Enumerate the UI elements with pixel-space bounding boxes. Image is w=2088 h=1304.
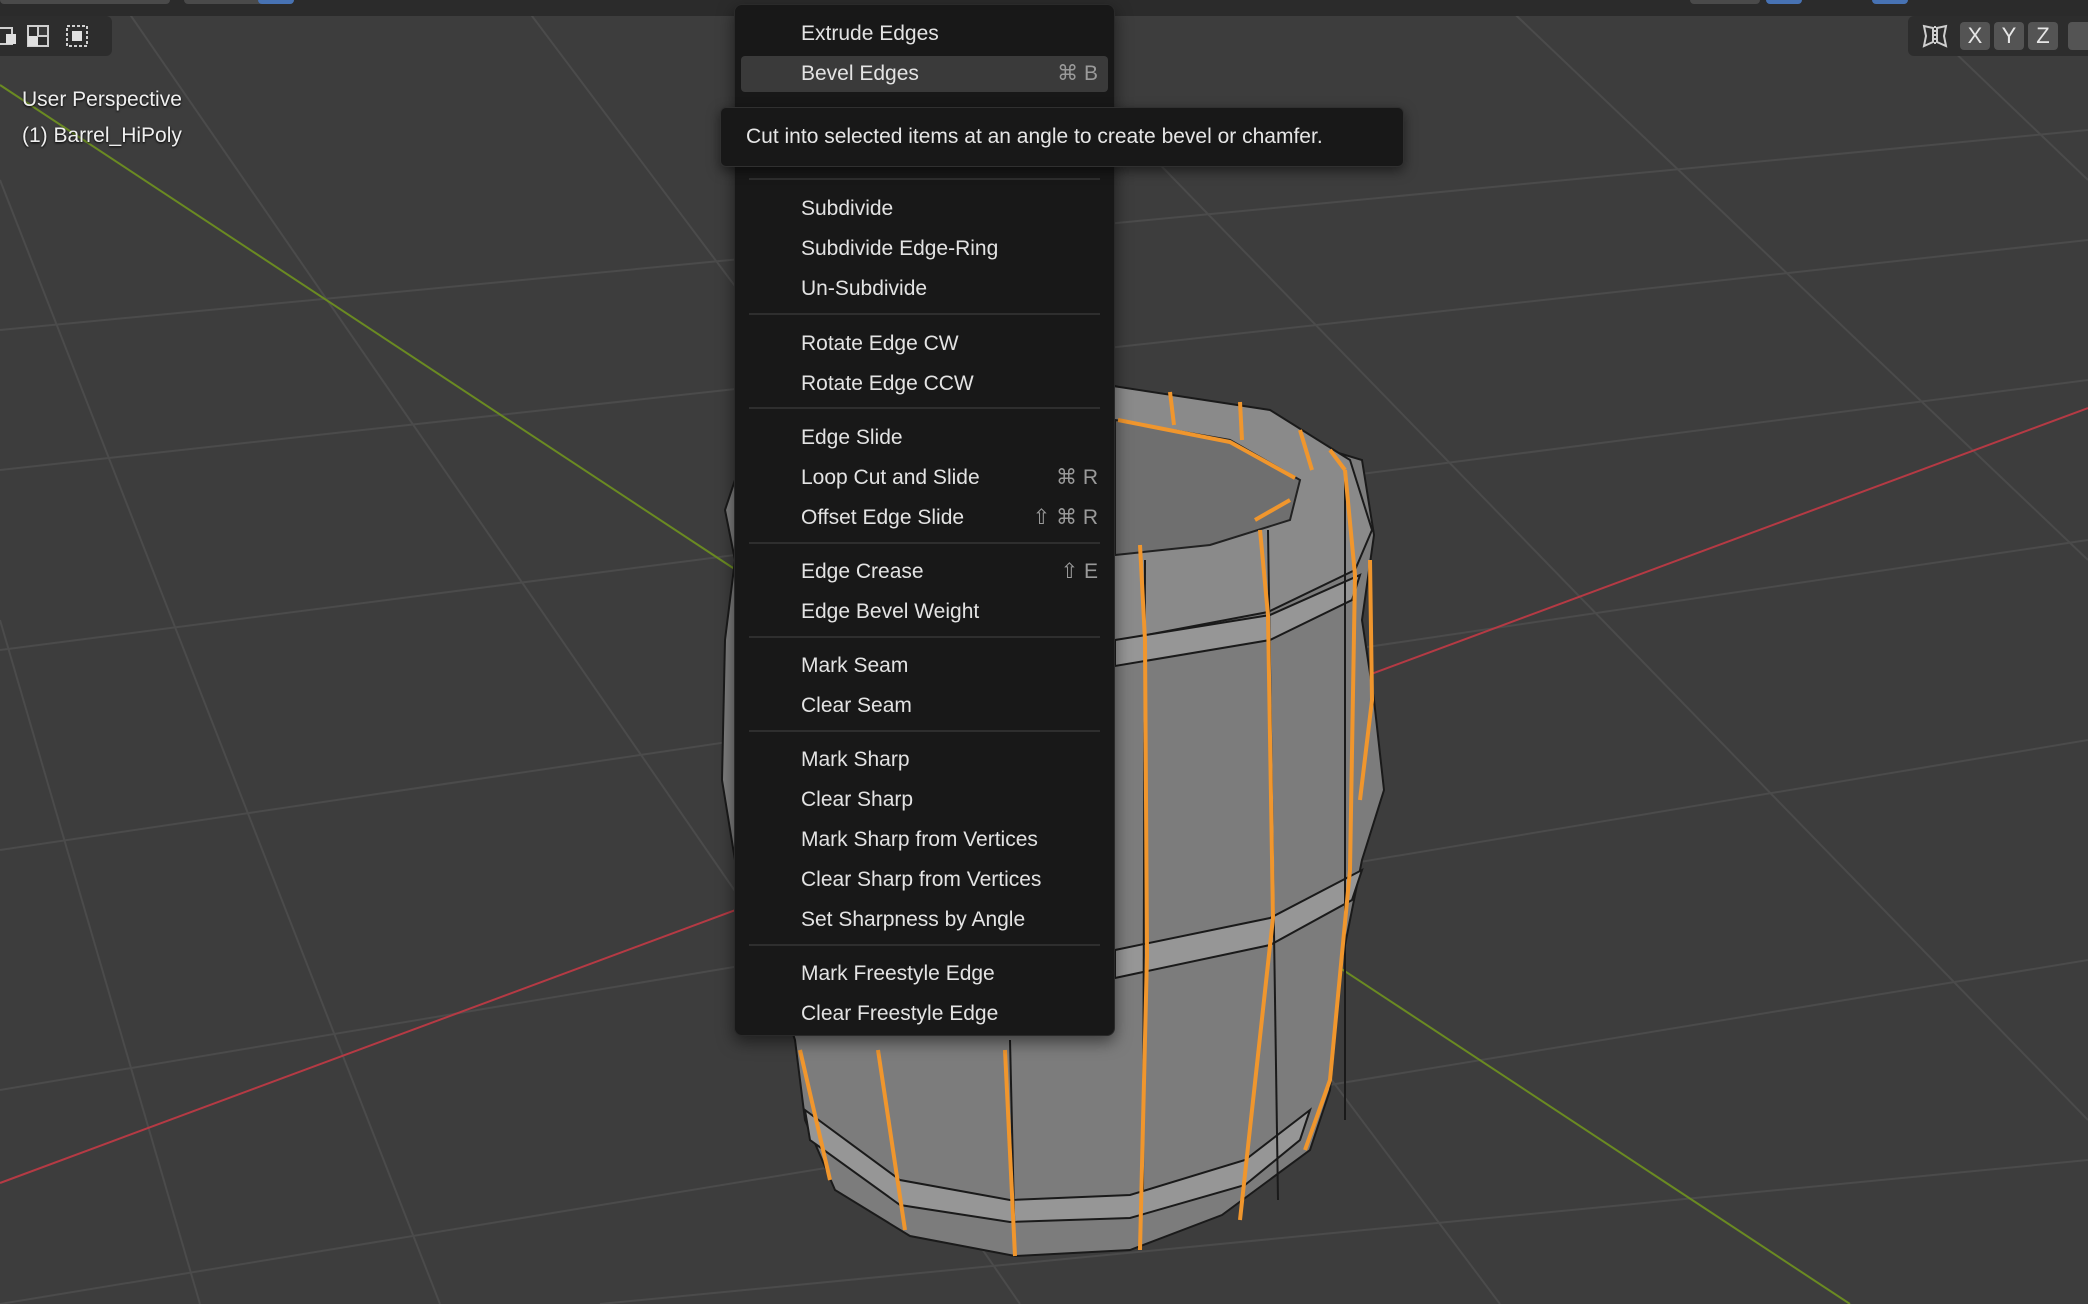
menu-item-subdivide-edge-ring[interactable]: Subdivide Edge-Ring	[741, 231, 1108, 267]
menu-item-edge-slide[interactable]: Edge Slide	[741, 420, 1108, 456]
header-segment	[1690, 0, 1760, 4]
view-name: User Perspective	[22, 88, 182, 111]
menu-item-shortcut: ⇧ ⌘ R	[1032, 506, 1098, 529]
menu-item-offset-edge-slide[interactable]: Offset Edge Slide ⇧ ⌘ R	[741, 500, 1108, 536]
mirror-z-button[interactable]: Z	[2028, 22, 2058, 50]
menu-item-label: Clear Seam	[801, 694, 912, 717]
menu-separator	[749, 313, 1100, 315]
menu-item-label: Offset Edge Slide	[801, 506, 965, 529]
menu-item-label: Rotate Edge CW	[801, 332, 959, 355]
header-segment-active	[258, 0, 294, 4]
menu-separator	[749, 944, 1100, 946]
menu-item-label: Edge Bevel Weight	[801, 600, 980, 623]
menu-item-label: Subdivide Edge-Ring	[801, 237, 999, 260]
menu-item-label: Mark Seam	[801, 654, 909, 677]
menu-item-edge-bevel-weight[interactable]: Edge Bevel Weight	[741, 594, 1108, 630]
mirror-toggle[interactable]	[1920, 22, 1950, 50]
menu-item-bevel-edges[interactable]: Bevel Edges ⌘ B	[741, 56, 1108, 92]
menu-item-mark-seam[interactable]: Mark Seam	[741, 648, 1108, 684]
menu-item-extrude-edges[interactable]: Extrude Edges	[741, 16, 1108, 52]
menu-item-subdivide[interactable]: Subdivide	[741, 191, 1108, 227]
menu-separator	[749, 178, 1100, 180]
edge-select-button[interactable]	[24, 22, 54, 50]
mirror-x-button[interactable]: X	[1960, 22, 1990, 50]
menu-item-shortcut: ⇧ E	[1060, 560, 1098, 583]
menu-item-clear-freestyle-edge[interactable]: Clear Freestyle Edge	[741, 996, 1108, 1032]
menu-item-label: Edge Crease	[801, 560, 924, 583]
face-select-button[interactable]	[62, 22, 92, 50]
menu-item-label: Extrude Edges	[801, 22, 939, 45]
menu-item-clear-seam[interactable]: Clear Seam	[741, 688, 1108, 724]
vertex-select-icon	[0, 27, 16, 45]
edge-select-icon	[27, 25, 49, 47]
header-segment-active	[1872, 0, 1908, 4]
menu-item-label: Edge Slide	[801, 426, 903, 449]
menu-separator	[749, 542, 1100, 544]
menu-separator	[749, 407, 1100, 409]
menu-separator	[749, 636, 1100, 638]
menu-item-clear-sharp-from-vertices[interactable]: Clear Sharp from Vertices	[741, 862, 1108, 898]
selection-mode-buttons	[0, 16, 112, 56]
menu-item-shortcut: ⌘ R	[1056, 466, 1098, 489]
mirror-y-button[interactable]: Y	[1994, 22, 2024, 50]
menu-item-shortcut: ⌘ B	[1057, 62, 1098, 85]
menu-item-label: Set Sharpness by Angle	[801, 908, 1026, 931]
menu-separator	[749, 730, 1100, 732]
menu-item-un-subdivide[interactable]: Un-Subdivide	[741, 271, 1108, 307]
header-segment	[0, 0, 170, 4]
menu-item-label: Bevel Edges	[801, 62, 919, 85]
menu-item-mark-sharp-from-vertices[interactable]: Mark Sharp from Vertices	[741, 822, 1108, 858]
mirror-axis-toolbar: X Y Z	[1908, 16, 2088, 56]
active-object-name: (1) Barrel_HiPoly	[22, 124, 182, 147]
menu-item-label: Mark Sharp from Vertices	[801, 828, 1038, 851]
menu-item-mark-freestyle-edge[interactable]: Mark Freestyle Edge	[741, 956, 1108, 992]
viewport-info: User Perspective (1) Barrel_HiPoly	[22, 82, 182, 154]
menu-item-label: Loop Cut and Slide	[801, 466, 980, 489]
menu-item-label: Mark Freestyle Edge	[801, 962, 995, 985]
menu-item-loop-cut-and-slide[interactable]: Loop Cut and Slide ⌘ R	[741, 460, 1108, 496]
menu-item-mark-sharp[interactable]: Mark Sharp	[741, 742, 1108, 778]
menu-item-label: Rotate Edge CCW	[801, 372, 974, 395]
butterfly-mirror-icon	[1922, 24, 1948, 48]
menu-item-set-sharpness-by-angle[interactable]: Set Sharpness by Angle	[741, 902, 1108, 938]
toolbar-overflow-button[interactable]	[2068, 22, 2088, 50]
bevel-edges-tooltip: Cut into selected items at an angle to c…	[720, 107, 1404, 167]
menu-item-rotate-edge-cw[interactable]: Rotate Edge CW	[741, 326, 1108, 362]
menu-item-label: Clear Sharp from Vertices	[801, 868, 1042, 891]
face-select-icon	[66, 25, 88, 47]
header-segment-active	[1766, 0, 1802, 4]
menu-item-label: Mark Sharp	[801, 748, 910, 771]
menu-item-label: Clear Freestyle Edge	[801, 1002, 999, 1025]
vertex-select-button[interactable]	[0, 22, 22, 50]
menu-item-clear-sharp[interactable]: Clear Sharp	[741, 782, 1108, 818]
menu-item-label: Un-Subdivide	[801, 277, 928, 300]
menu-item-label: Subdivide	[801, 197, 894, 220]
menu-item-rotate-edge-ccw[interactable]: Rotate Edge CCW	[741, 366, 1108, 402]
menu-item-label: Clear Sharp	[801, 788, 914, 811]
menu-item-edge-crease[interactable]: Edge Crease ⇧ E	[741, 554, 1108, 590]
